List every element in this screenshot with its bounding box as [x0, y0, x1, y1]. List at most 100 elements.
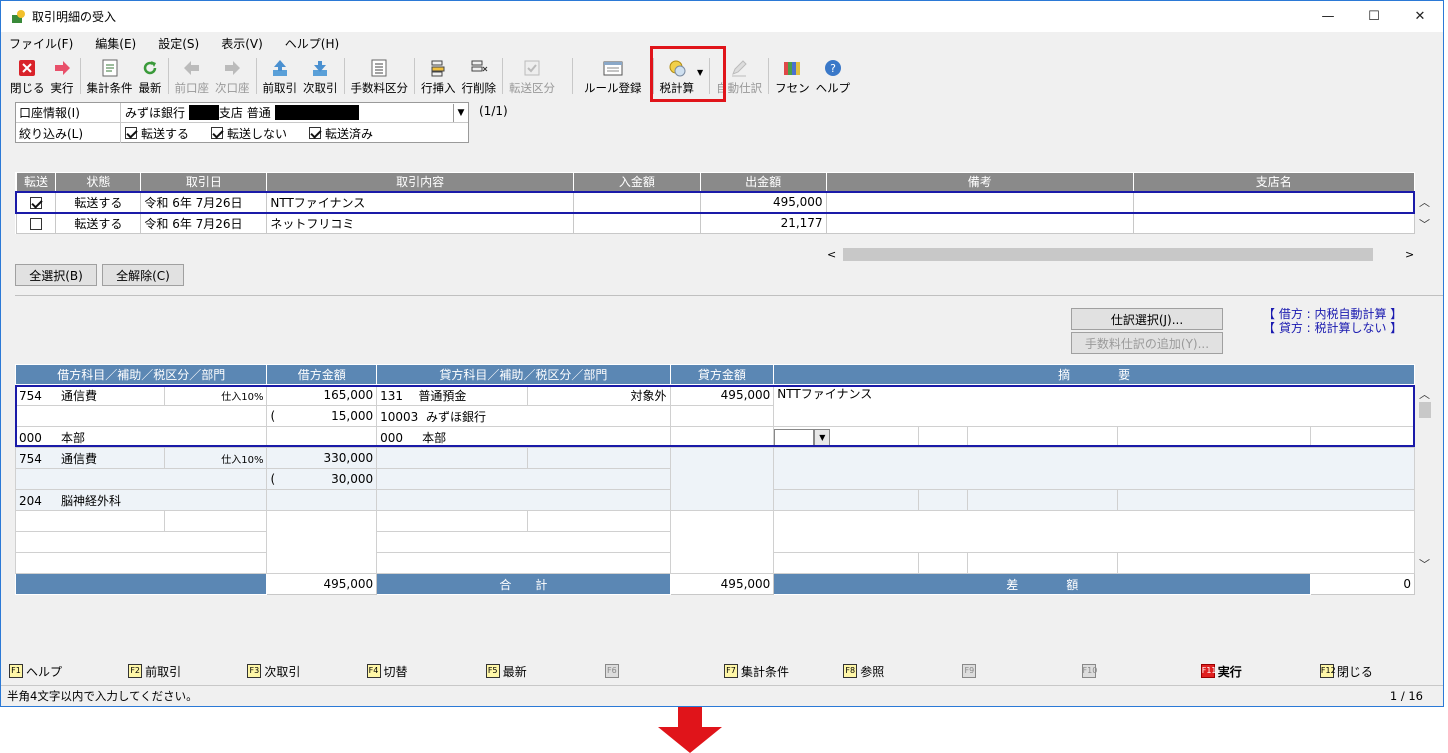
fkey-f4[interactable]: F4 切替	[366, 663, 486, 680]
prev-account-button[interactable]: 前口座	[172, 54, 213, 98]
scroll-down-icon[interactable]: ﹀	[1419, 216, 1430, 232]
fkey-f11[interactable]: F11 実行	[1200, 663, 1320, 680]
minimize-button[interactable]: —	[1305, 1, 1351, 32]
memo-code-field[interactable]: ▼	[773, 426, 920, 448]
table-row[interactable]: 754 通信費 仕入10% 165,000 131 普通預金 対象外 495,0…	[15, 384, 1415, 427]
col-debit-account: 借方科目／補助／税区分／部門	[14, 364, 268, 385]
transfer-checkbox[interactable]	[30, 196, 43, 209]
col-branch: 支店名	[1132, 172, 1415, 192]
close-button[interactable]: 閉じる	[7, 54, 48, 98]
col-memo: 備考	[825, 172, 1134, 192]
status-bar: 半角4文字以内で入力してください。 1 / 16	[1, 685, 1443, 706]
divider	[15, 295, 1443, 296]
table-row[interactable]: 転送する 令和 6年 7月26日 ネットフリコミ 21,177	[15, 212, 1415, 234]
fkey-f10[interactable]: F10	[1081, 664, 1201, 678]
clear-all-button[interactable]: 全解除(C)	[102, 264, 184, 286]
scroll-up-icon[interactable]: ︿	[1419, 194, 1430, 210]
table-row[interactable]: 754 通信費 仕入10% 330,000	[15, 447, 1415, 511]
chevron-down-icon[interactable]: ▼	[453, 103, 468, 122]
filter-transferred-checkbox[interactable]	[309, 127, 322, 139]
aggregate-conditions-button[interactable]: 集計条件	[84, 54, 136, 98]
delete-row-icon	[469, 58, 489, 78]
arrow-right-icon	[52, 58, 72, 78]
refresh-icon	[140, 58, 160, 78]
scroll-left-icon[interactable]: <	[827, 248, 836, 261]
run-button[interactable]: 実行	[48, 54, 77, 98]
filter-no-transfer-checkbox[interactable]	[211, 127, 224, 139]
table-row[interactable]	[15, 510, 1415, 574]
svg-text:?: ?	[830, 62, 836, 75]
fkey-f8[interactable]: F8 参照	[843, 663, 962, 680]
scroll-thumb[interactable]	[843, 248, 1373, 261]
fkey-f7[interactable]: F7 集計条件	[724, 663, 843, 680]
account-info-label: 口座情報(I)	[16, 103, 121, 122]
scroll-right-icon[interactable]: >	[1405, 248, 1414, 261]
select-all-button[interactable]: 全選択(B)	[15, 264, 97, 286]
scroll-down-icon[interactable]: ﹀	[1419, 556, 1430, 572]
col-transfer: 転送	[15, 172, 57, 192]
pen-icon	[729, 58, 749, 78]
filter-transfer-checkbox[interactable]	[125, 127, 137, 139]
credit-total: 495,000	[669, 573, 775, 595]
table-row[interactable]: 転送する 令和 6年 7月26日 NTTファイナンス 495,000	[15, 190, 1415, 214]
redacted-block	[274, 105, 359, 120]
insert-row-icon	[428, 58, 448, 78]
transfer-checkbox[interactable]	[29, 217, 42, 230]
function-key-bar: F1 ヘルプ F2 前取引 F3 次取引 F4 切替 F5 最新 F6 F7 集計条件 F8…	[9, 660, 1439, 682]
insert-row-button[interactable]: 行挿入	[418, 54, 459, 98]
help-button[interactable]: ? ヘルプ	[813, 54, 854, 98]
redacted-block	[188, 105, 219, 120]
fkey-f1[interactable]: F1 ヘルプ	[9, 663, 128, 680]
refresh-button[interactable]: 最新	[136, 54, 165, 98]
scroll-thumb[interactable]	[1419, 402, 1431, 418]
fkey-f3[interactable]: F3 次取引	[247, 663, 366, 680]
close-icon	[17, 58, 37, 78]
delete-row-button[interactable]: 行削除	[459, 54, 500, 98]
highlight-box	[650, 46, 726, 102]
maximize-button[interactable]: ☐	[1351, 1, 1397, 32]
fkey-f9[interactable]: F9	[962, 664, 1081, 678]
menu-file[interactable]: ファイル(F)	[9, 35, 73, 52]
arrow-down-icon	[310, 58, 330, 78]
fusen-button[interactable]: フセン	[772, 54, 813, 98]
col-in: 入金額	[572, 172, 701, 192]
help-icon: ?	[823, 58, 843, 78]
window-title: 取引明細の受入	[32, 10, 117, 24]
menu-edit[interactable]: 編集(E)	[95, 35, 136, 52]
menu-view[interactable]: 表示(V)	[221, 35, 263, 52]
prev-transaction-button[interactable]: 前取引	[260, 54, 301, 98]
add-fee-journal-button[interactable]: 手数料仕訳の追加(Y)...	[1071, 332, 1223, 354]
next-transaction-button[interactable]: 次取引	[300, 54, 341, 98]
diff-label: 差 額	[773, 573, 1312, 595]
journal-table: 借方科目／補助／税区分／部門 借方金額 貸方科目／補助／税区分／部門 貸方金額 …	[14, 364, 1415, 595]
next-account-button[interactable]: 次口座	[212, 54, 253, 98]
fkey-f12[interactable]: F12 閉じる	[1319, 663, 1439, 680]
scroll-up-icon[interactable]: ︿	[1419, 386, 1430, 402]
account-panel: 口座情報(I) みずほ銀行 支店 普通 ▼ 絞り込み(L) 転送する 転送しない…	[15, 102, 469, 143]
horizontal-scrollbar[interactable]: < >	[827, 246, 1417, 263]
menu-help[interactable]: ヘルプ(H)	[285, 35, 339, 52]
filter-label: 絞り込み(L)	[16, 123, 121, 143]
fkey-f2[interactable]: F2 前取引	[128, 663, 247, 680]
total-label: 合 計	[376, 573, 671, 595]
fkey-f6[interactable]: F6	[604, 664, 724, 678]
arrow-left-icon	[182, 58, 202, 78]
close-window-button[interactable]: ✕	[1397, 1, 1443, 32]
transfer-category-button[interactable]: 転送区分	[506, 54, 558, 98]
page-indicator: 1 / 16	[1389, 689, 1423, 703]
list-icon	[369, 58, 389, 78]
fee-category-button[interactable]: 手数料区分	[348, 54, 412, 98]
fkey-f5[interactable]: F5 最新	[485, 663, 605, 680]
col-date: 取引日	[140, 172, 268, 192]
transaction-table: 転送 状態 取引日 取引内容 入金額 出金額 備考 支店名 転送する 令和 6年…	[15, 172, 1415, 234]
window-icon	[603, 58, 623, 78]
table-row[interactable]: 000 本部 000 本部 ▼	[14, 426, 1415, 448]
menu-settings[interactable]: 設定(S)	[158, 35, 199, 52]
chevron-down-icon[interactable]: ▼	[814, 428, 831, 446]
account-select[interactable]: みずほ銀行 支店 普通 ▼	[121, 103, 468, 122]
app-icon	[12, 9, 25, 23]
rule-register-button[interactable]: ルール登録	[576, 54, 650, 98]
arrow-right-icon	[222, 58, 242, 78]
col-desc: 取引内容	[266, 172, 574, 192]
journal-select-button[interactable]: 仕訳選択(J)...	[1071, 308, 1223, 330]
